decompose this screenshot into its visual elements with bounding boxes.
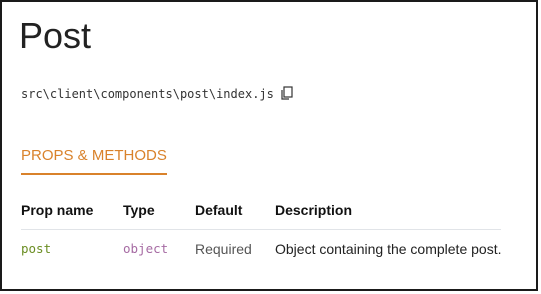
prop-default-cell: Required bbox=[195, 241, 252, 257]
header-prop-name: Prop name bbox=[21, 202, 123, 230]
header-type: Type bbox=[123, 202, 195, 230]
header-description: Description bbox=[275, 202, 502, 230]
component-title: Post bbox=[19, 15, 92, 56]
prop-description-cell: Object containing the complete post. bbox=[275, 241, 502, 257]
file-path-row: src\client\components\post\index.js bbox=[21, 86, 294, 101]
copy-icon[interactable] bbox=[280, 86, 294, 101]
prop-type-cell: object bbox=[123, 241, 169, 256]
header-default: Default bbox=[195, 202, 275, 230]
props-table: Prop name Type Default Description post … bbox=[21, 202, 502, 257]
tab-props-methods[interactable]: PROPS & METHODS bbox=[21, 147, 167, 175]
prop-name-cell: post bbox=[21, 241, 52, 256]
table-header-row: Prop name Type Default Description bbox=[21, 202, 502, 230]
component-doc-panel: Post src\client\components\post\index.js… bbox=[0, 0, 538, 291]
file-path: src\client\components\post\index.js bbox=[21, 86, 274, 101]
table-row: post object Required Object containing t… bbox=[21, 230, 502, 257]
